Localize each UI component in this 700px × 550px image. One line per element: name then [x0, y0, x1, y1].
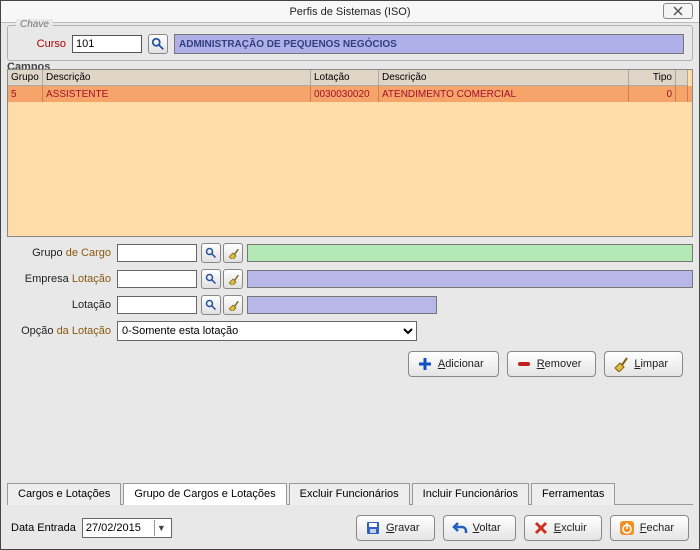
tab-ferramentas[interactable]: Ferramentas	[531, 483, 615, 505]
tab-strip: Cargos e Lotações Grupo de Cargos e Lota…	[7, 482, 693, 505]
search-icon	[151, 37, 165, 51]
grid-header: Grupo Descrição Lotação Descrição Tipo	[8, 70, 692, 86]
plus-icon	[417, 356, 433, 372]
footer: Data Entrada 27/02/2015 ▼ Gravar Voltar …	[1, 505, 699, 549]
tab-excluir-funcionarios[interactable]: Excluir Funcionários	[289, 483, 410, 505]
chevron-down-icon: ▼	[154, 520, 168, 536]
curso-lookup-button[interactable]	[148, 34, 168, 54]
curso-input[interactable]	[72, 35, 142, 53]
lotacao-clear-button[interactable]	[223, 295, 243, 315]
col-header-desc1[interactable]: Descrição	[43, 70, 311, 86]
curso-description: ADMINISTRAÇÃO DE PEQUENOS NEGÓCIOS	[174, 34, 684, 54]
grupo-cargo-lookup-button[interactable]	[201, 243, 221, 263]
limpar-button[interactable]: Limpar	[604, 351, 683, 377]
tab-grupo-cargos-lotacoes[interactable]: Grupo de Cargos e Lotações	[123, 483, 286, 505]
brush-icon	[227, 273, 239, 285]
grupo-cargo-display	[247, 244, 693, 262]
lotacao-input[interactable]	[117, 296, 197, 314]
action-buttons: Adicionar Remover Limpar	[7, 347, 693, 377]
grid-body: 5 ASSISTENTE 0030030020 ATENDIMENTO COME…	[8, 86, 692, 236]
chave-legend: Chave	[16, 19, 53, 30]
adicionar-button[interactable]: Adicionar	[408, 351, 499, 377]
chave-fieldset: Chave Curso ADMINISTRAÇÃO DE PEQUENOS NE…	[7, 25, 693, 61]
window: Perfis de Sistemas (ISO) Chave Curso ADM…	[0, 0, 700, 550]
row-lotacao: Lotação	[7, 295, 693, 315]
undo-icon	[452, 520, 468, 536]
opcao-lotacao-select[interactable]: 0-Somente esta lotação	[117, 321, 417, 341]
window-title: Perfis de Sistemas (ISO)	[289, 6, 410, 18]
data-entrada-label: Data Entrada	[11, 522, 76, 534]
col-header-desc2[interactable]: Descrição	[379, 70, 629, 86]
opcao-lotacao-label: Opção da Lotação	[7, 325, 117, 337]
lotacao-label: Lotação	[7, 299, 117, 311]
lotacao-lookup-button[interactable]	[201, 295, 221, 315]
brush-icon	[227, 299, 239, 311]
empresa-lotacao-clear-button[interactable]	[223, 269, 243, 289]
curso-label: Curso	[16, 38, 66, 50]
grupo-cargo-input[interactable]	[117, 244, 197, 262]
delete-icon	[533, 520, 549, 536]
grupo-cargo-clear-button[interactable]	[223, 243, 243, 263]
grid-row[interactable]: 5 ASSISTENTE 0030030020 ATENDIMENTO COME…	[8, 86, 692, 102]
search-icon	[205, 273, 217, 285]
cell-grupo: 5	[8, 86, 43, 102]
grupo-cargo-label: Grupo de Cargo	[7, 247, 117, 259]
empresa-lotacao-input[interactable]	[117, 270, 197, 288]
cell-desc1: ASSISTENTE	[43, 86, 311, 102]
save-icon	[365, 520, 381, 536]
brush-icon	[613, 356, 629, 372]
row-opcao-lotacao: Opção da Lotação 0-Somente esta lotação	[7, 321, 693, 341]
row-empresa-lotacao: Empresa Lotação	[7, 269, 693, 289]
search-icon	[205, 299, 217, 311]
empresa-lotacao-lookup-button[interactable]	[201, 269, 221, 289]
empresa-lotacao-display	[247, 270, 693, 288]
cell-end	[676, 86, 688, 102]
tab-incluir-funcionarios[interactable]: Incluir Funcionários	[412, 483, 529, 505]
window-close-button[interactable]	[663, 3, 693, 19]
lotacao-display	[247, 296, 437, 314]
col-header-tipo[interactable]: Tipo	[629, 70, 676, 86]
search-icon	[205, 247, 217, 259]
col-header-lotacao[interactable]: Lotação	[311, 70, 379, 86]
data-entrada-row: Data Entrada 27/02/2015 ▼	[11, 518, 172, 538]
tab-cargos-lotacoes[interactable]: Cargos e Lotações	[7, 483, 121, 505]
remover-button[interactable]: Remover	[507, 351, 597, 377]
data-entrada-input[interactable]: 27/02/2015 ▼	[82, 518, 172, 538]
voltar-button[interactable]: Voltar	[443, 515, 516, 541]
brush-icon	[227, 247, 239, 259]
data-entrada-value: 27/02/2015	[86, 522, 141, 534]
cell-desc2: ATENDIMENTO COMERCIAL	[379, 86, 629, 102]
titlebar: Perfis de Sistemas (ISO)	[1, 1, 699, 23]
row-grupo-cargo: Grupo de Cargo	[7, 243, 693, 263]
col-header-grupo[interactable]: Grupo	[8, 70, 43, 86]
minus-icon	[516, 356, 532, 372]
cell-tipo: 0	[629, 86, 676, 102]
form-area: Grupo de Cargo Empresa Lotação	[1, 237, 699, 383]
cell-lotacao: 0030030020	[311, 86, 379, 102]
fechar-button[interactable]: Fechar	[610, 515, 689, 541]
gravar-button[interactable]: Gravar	[356, 515, 435, 541]
empresa-lotacao-label: Empresa Lotação	[7, 273, 117, 285]
excluir-button[interactable]: Excluir	[524, 515, 602, 541]
close-icon	[673, 6, 683, 16]
grid: Grupo Descrição Lotação Descrição Tipo 5…	[7, 69, 693, 237]
power-icon	[619, 520, 635, 536]
col-header-end	[676, 70, 688, 86]
